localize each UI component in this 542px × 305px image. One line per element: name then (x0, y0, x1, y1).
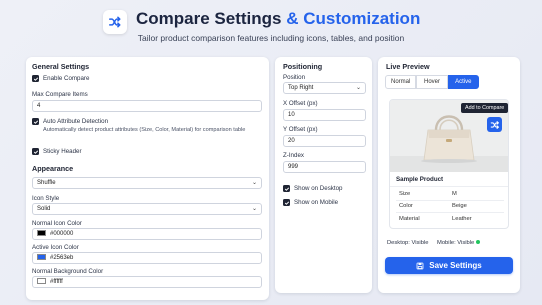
shuffle-icon (103, 10, 127, 34)
shuffle-icon (490, 120, 499, 129)
y-offset-label: Y Offset (px) (283, 126, 318, 133)
normal-icon-color-input[interactable]: #000000 (32, 228, 262, 240)
sticky-header-checkbox[interactable] (32, 148, 39, 155)
attr-name: Size (399, 191, 411, 197)
compare-button[interactable] (487, 117, 502, 132)
color-swatch[interactable] (37, 278, 46, 284)
icon-style-label: Icon Style (32, 195, 60, 202)
chevron-down-icon: ⌄ (251, 180, 257, 186)
product-title: Sample Product (396, 176, 444, 183)
active-icon-color-label: Active Icon Color (32, 244, 79, 251)
y-offset-input[interactable]: 20 (283, 135, 366, 147)
icon-style-select[interactable]: Solid ⌄ (32, 203, 262, 215)
live-preview-title: Live Preview (386, 62, 430, 71)
max-items-input[interactable]: 4 (32, 100, 262, 112)
x-offset-label: X Offset (px) (283, 100, 318, 107)
page-title-accent: & Customization (286, 9, 421, 28)
mobile-status-wrap: Mobile: Visible (437, 240, 481, 246)
status-dot (476, 240, 481, 244)
page-title: Compare Settings & Customization (136, 9, 420, 29)
attr-name: Material (399, 216, 420, 222)
x-offset-input[interactable]: 10 (283, 109, 366, 121)
position-select[interactable]: Top Right ⌄ (283, 82, 366, 94)
icon-select[interactable]: Shuffle ⌄ (32, 177, 262, 189)
appearance-title: Appearance (32, 164, 74, 173)
color-swatch[interactable] (37, 230, 46, 236)
active-icon-color-input[interactable]: #2563eb (32, 252, 262, 264)
attr-value: Leather (452, 216, 472, 222)
attr-value: Beige (452, 203, 467, 209)
save-settings-label: Save Settings (429, 261, 482, 270)
tab-active[interactable]: Active (447, 75, 479, 89)
x-offset-value: 10 (288, 112, 295, 118)
auto-detect-checkbox[interactable] (32, 118, 39, 125)
auto-detect-description: Automatically detect product attributes … (43, 127, 246, 133)
normal-bg-color-input[interactable]: #ffffff (32, 276, 262, 288)
chevron-down-icon: ⌄ (251, 206, 257, 212)
attr-name: Color (399, 203, 413, 209)
divider (396, 200, 504, 201)
positioning-title: Positioning (283, 62, 323, 71)
sticky-header-label: Sticky Header (43, 148, 82, 155)
preview-state-tabs: Normal Hover Active (385, 75, 479, 89)
y-offset-value: 20 (288, 138, 295, 144)
z-index-value: 999 (288, 164, 299, 170)
position-value: Top Right (288, 85, 314, 91)
max-items-value: 4 (37, 103, 41, 109)
chevron-down-icon: ⌄ (355, 85, 361, 91)
mobile-status: Mobile: Visible (437, 240, 475, 246)
normal-icon-color-value: #000000 (50, 231, 74, 237)
color-swatch[interactable] (37, 254, 46, 260)
normal-bg-color-label: Normal Background Color (32, 268, 104, 275)
position-label: Position (283, 74, 306, 81)
show-mobile-checkbox[interactable] (283, 199, 290, 206)
page-subtitle: Tailor product comparison features inclu… (137, 33, 405, 43)
show-desktop-checkbox[interactable] (283, 185, 290, 192)
z-index-input[interactable]: 999 (283, 161, 366, 173)
z-index-label: Z-Index (283, 152, 304, 159)
divider (390, 186, 508, 187)
save-settings-button[interactable]: Save Settings (385, 257, 513, 274)
normal-icon-color-label: Normal Icon Color (32, 220, 82, 227)
icon-select-value: Shuffle (37, 180, 56, 186)
desktop-status: Desktop: Visible (387, 240, 429, 246)
max-items-label: Max Compare Items (32, 91, 88, 98)
active-icon-color-value: #2563eb (50, 255, 74, 261)
enable-compare-checkbox[interactable] (32, 75, 39, 82)
divider (396, 212, 504, 213)
normal-bg-color-value: #ffffff (50, 279, 63, 285)
add-to-compare-tooltip: Add to Compare (461, 103, 509, 113)
page-header: Compare Settings & Customization Tailor … (0, 0, 542, 50)
general-settings-title: General Settings (32, 62, 90, 71)
tab-hover[interactable]: Hover (416, 75, 448, 89)
show-desktop-label: Show on Desktop (294, 185, 343, 192)
auto-detect-label: Auto Attribute Detection (43, 118, 109, 125)
tab-normal[interactable]: Normal (385, 75, 417, 89)
enable-compare-label: Enable Compare (43, 75, 90, 82)
save-icon (416, 259, 424, 276)
attr-value: M (452, 191, 457, 197)
show-mobile-label: Show on Mobile (294, 199, 339, 206)
icon-style-value: Solid (37, 206, 51, 212)
page-title-main: Compare Settings (136, 9, 282, 28)
